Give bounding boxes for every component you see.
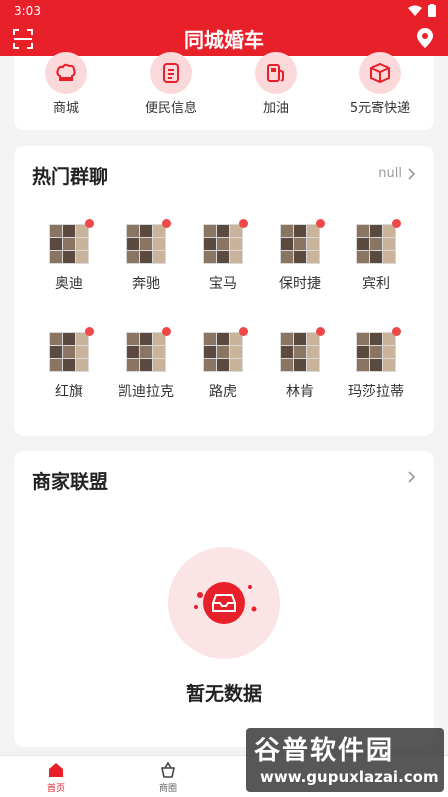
group-name: 红旗 — [55, 384, 83, 400]
notes-icon — [163, 63, 179, 83]
watermark-logo: 谷普软件园 www.gupuxlazai.com — [246, 728, 444, 792]
group-avatar — [203, 327, 248, 372]
tab-home[interactable]: 首页 — [26, 762, 86, 794]
watermark-title: 谷普软件园 — [254, 736, 395, 766]
group-avatar — [356, 219, 401, 264]
unread-dot — [316, 327, 325, 336]
group-item[interactable]: 红旗 — [31, 327, 107, 401]
quick-link-express[interactable]: 5元寄快递 — [330, 52, 430, 116]
group-name: 奔驰 — [132, 276, 160, 292]
empty-state-text: 暂无数据 — [185, 683, 262, 705]
group-avatar — [49, 327, 94, 372]
group-avatar — [203, 219, 248, 264]
chevron-right-icon — [408, 167, 416, 180]
group-name: 宾利 — [362, 276, 390, 292]
section-title: 热门群聊 — [32, 166, 109, 188]
more-label: null — [378, 166, 402, 181]
quick-icon-circle — [150, 52, 192, 94]
unread-dot — [85, 327, 94, 336]
unread-dot — [239, 219, 248, 228]
quick-icon-circle — [359, 52, 401, 94]
group-item[interactable]: 奔驰 — [108, 219, 184, 293]
group-item[interactable]: 林肯 — [262, 327, 338, 401]
chevron-right-icon — [408, 471, 416, 483]
tab-label: 首页 — [46, 784, 65, 794]
tab-label: 商圈 — [158, 784, 177, 794]
group-item[interactable]: 玛莎拉蒂 — [338, 327, 414, 401]
group-item[interactable]: 凯迪拉克 — [108, 327, 184, 401]
chef-hat-icon — [56, 63, 76, 81]
merchants-more-link[interactable] — [408, 471, 416, 483]
app-bar: 同城婚车 — [0, 22, 448, 56]
status-icons — [408, 4, 436, 17]
empty-icon-circle — [203, 582, 245, 624]
quick-link-label: 便民信息 — [144, 101, 197, 116]
unread-dot — [162, 327, 171, 336]
group-avatar — [280, 219, 325, 264]
quick-link-fuel[interactable]: 加油 — [226, 52, 326, 116]
group-name: 路虎 — [209, 384, 237, 400]
section-title: 商家联盟 — [32, 471, 109, 493]
group-name: 玛莎拉蒂 — [348, 384, 404, 400]
unread-dot — [316, 219, 325, 228]
quick-icon-circle — [45, 52, 87, 94]
status-bar: 3:03 — [0, 0, 448, 22]
basket-icon — [161, 761, 175, 778]
group-item[interactable]: 宾利 — [338, 219, 414, 293]
quick-link-info[interactable]: 便民信息 — [121, 52, 221, 116]
hot-groups-card: 热门群聊 null 奥迪 奔驰 宝马 保时捷 宾利 红旗 凯迪拉克 路虎 林肯 — [14, 146, 434, 436]
group-name: 林肯 — [286, 384, 314, 400]
group-avatar — [280, 327, 325, 372]
group-name: 保时捷 — [279, 276, 321, 292]
page-title: 同城婚车 — [184, 28, 264, 52]
group-avatar — [356, 327, 401, 372]
quick-link-label: 加油 — [262, 101, 289, 116]
battery-icon — [428, 4, 436, 17]
group-avatar — [126, 219, 171, 264]
group-item[interactable]: 路虎 — [185, 327, 261, 401]
quick-link-mall[interactable]: 商城 — [16, 52, 116, 116]
more-link[interactable]: null — [378, 166, 416, 181]
quick-link-label: 5元寄快递 — [349, 101, 411, 116]
group-item[interactable]: 宝马 — [185, 219, 261, 293]
package-icon — [370, 62, 390, 84]
fuel-icon — [267, 64, 284, 82]
empty-state-illustration — [168, 547, 280, 659]
quick-link-label: 商城 — [52, 101, 79, 116]
unread-dot — [85, 219, 94, 228]
unread-dot — [239, 327, 248, 336]
watermark-url: www.gupuxlazai.com — [260, 768, 439, 786]
status-time: 3:03 — [14, 4, 41, 18]
group-item[interactable]: 奥迪 — [31, 219, 107, 293]
unread-dot — [162, 219, 171, 228]
home-icon — [49, 763, 63, 777]
tab-business[interactable]: 商圈 — [138, 761, 198, 794]
quick-icon-circle — [255, 52, 297, 94]
location-icon[interactable] — [416, 27, 434, 49]
merchants-card: 商家联盟 暂无数据 — [14, 451, 434, 747]
unread-dot — [392, 327, 401, 336]
group-item[interactable]: 保时捷 — [262, 219, 338, 293]
group-name: 宝马 — [209, 276, 237, 292]
group-avatar — [49, 219, 94, 264]
wifi-icon — [408, 5, 422, 16]
inbox-icon — [212, 594, 236, 612]
group-avatar — [126, 327, 171, 372]
unread-dot — [392, 219, 401, 228]
group-name: 奥迪 — [55, 276, 83, 292]
group-name: 凯迪拉克 — [118, 384, 174, 400]
quick-links-card: 商城 便民信息 加油 5元寄快递 — [14, 52, 434, 130]
